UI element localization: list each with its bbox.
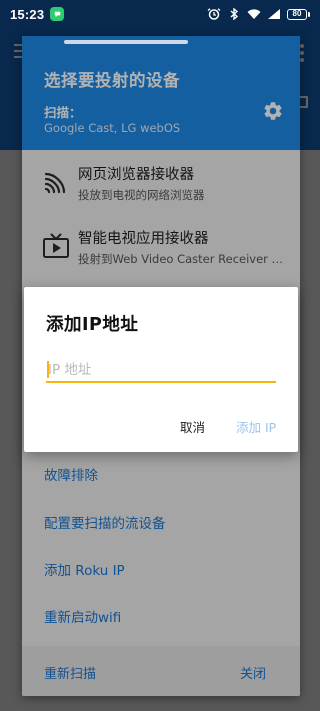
alarm-icon <box>207 8 221 20</box>
sheet-drag-handle[interactable] <box>64 40 188 44</box>
battery-icon: 80 <box>287 8 310 20</box>
add-ip-button[interactable]: 添加 IP <box>236 417 276 436</box>
dialog-title: 添加IP地址 <box>46 315 139 335</box>
ip-address-input[interactable] <box>46 359 276 383</box>
wifi-icon <box>247 9 261 19</box>
text-cursor <box>47 361 49 378</box>
clock: 15:23 <box>10 6 45 22</box>
add-ip-dialog: 添加IP地址 取消 添加 IP <box>24 287 298 452</box>
bluetooth-icon <box>230 8 239 20</box>
cancel-button[interactable]: 取消 <box>180 417 205 436</box>
app-notification-icon <box>50 7 65 21</box>
battery-level: 80 <box>287 8 307 20</box>
signal-icon <box>268 9 280 19</box>
system-status-bar: 15:23 80 <box>0 0 320 28</box>
